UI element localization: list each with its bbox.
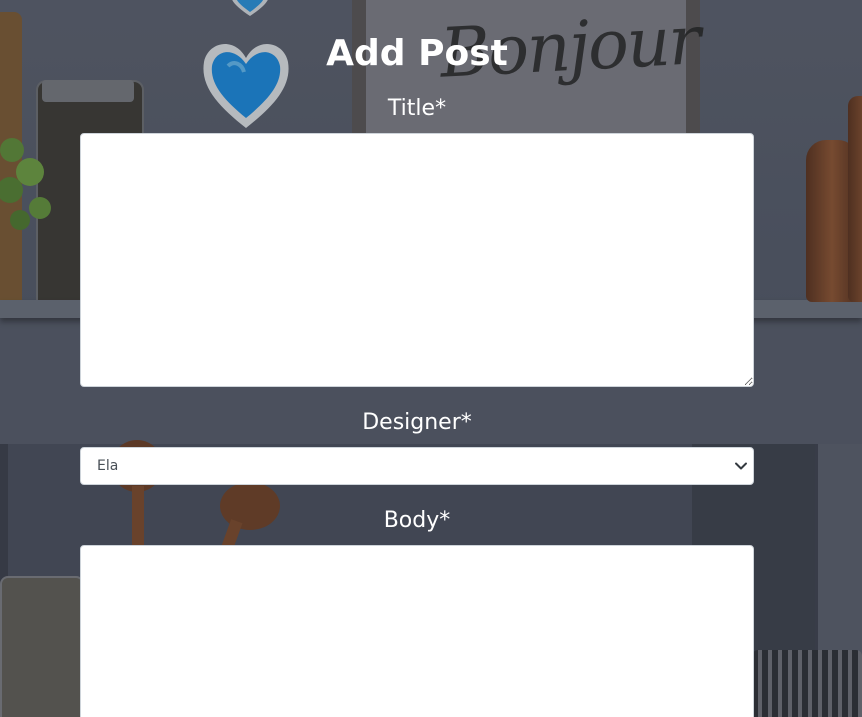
title-input[interactable] xyxy=(80,133,754,387)
page-title: Add Post xyxy=(326,33,508,74)
title-label: Title* xyxy=(387,96,447,121)
page: Bonjour Add Post Title* Designer* Ela Bo… xyxy=(0,0,862,717)
designer-label: Designer* xyxy=(362,410,472,435)
body-label: Body* xyxy=(383,508,451,533)
designer-select[interactable]: Ela xyxy=(80,447,754,485)
body-input[interactable] xyxy=(80,545,754,717)
